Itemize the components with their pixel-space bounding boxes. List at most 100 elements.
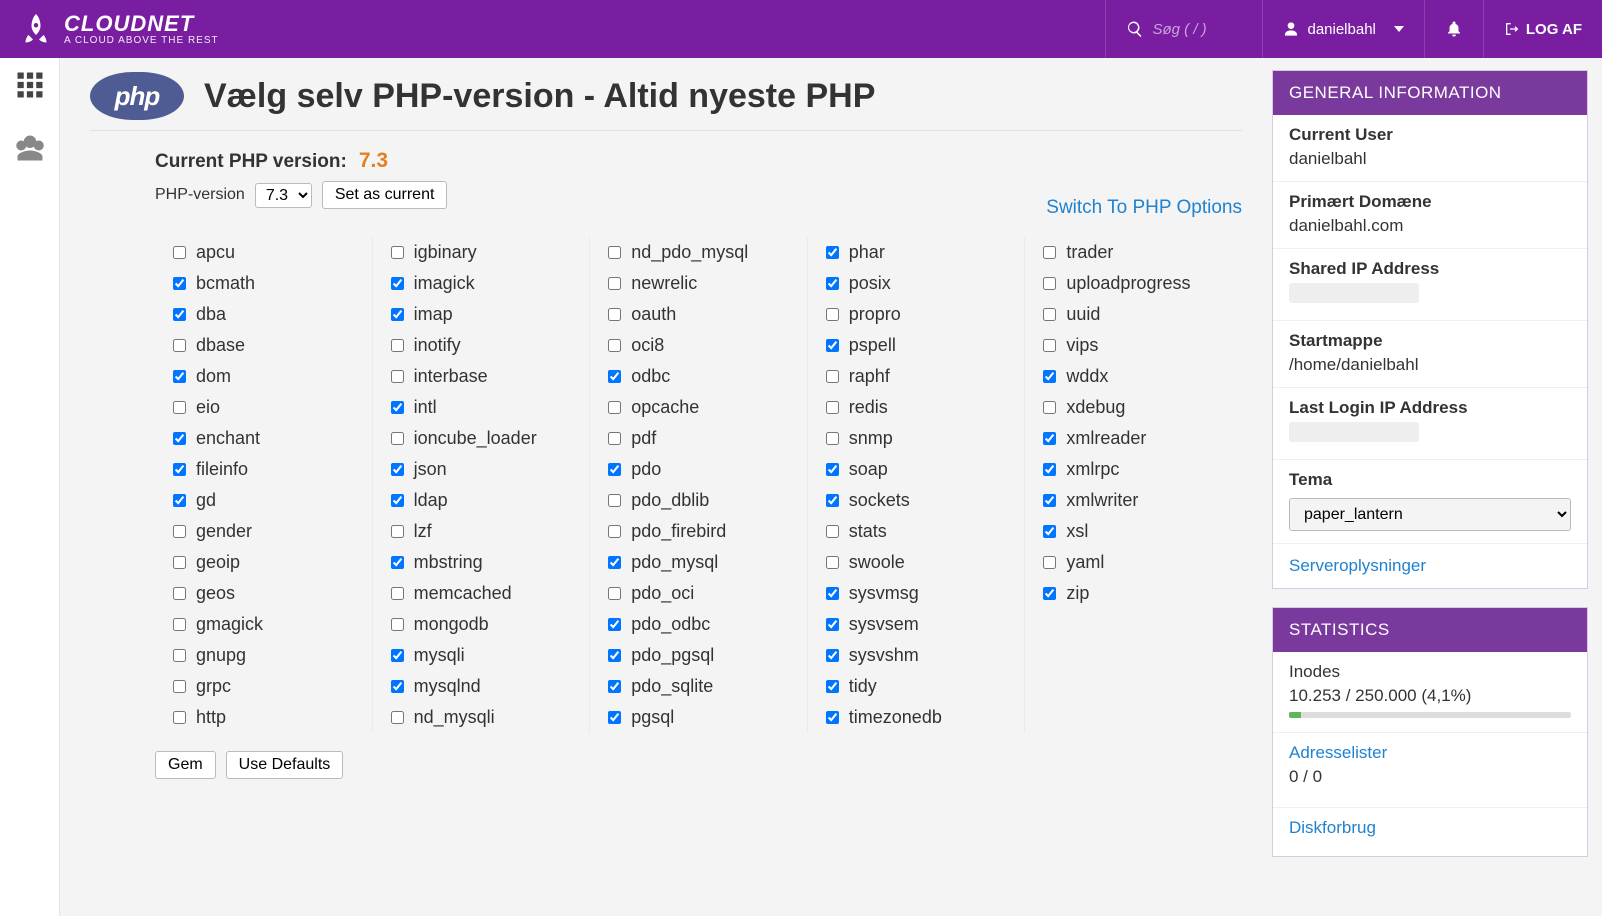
extension-checkbox[interactable] bbox=[608, 618, 621, 631]
extension-checkbox[interactable] bbox=[826, 525, 839, 538]
extension-checkbox[interactable] bbox=[391, 432, 404, 445]
extension-checkbox[interactable] bbox=[391, 618, 404, 631]
extension-checkbox[interactable] bbox=[608, 587, 621, 600]
extension-inotify[interactable]: inotify bbox=[391, 330, 572, 361]
extension-yaml[interactable]: yaml bbox=[1043, 547, 1224, 578]
extension-apcu[interactable]: apcu bbox=[173, 237, 354, 268]
extension-checkbox[interactable] bbox=[826, 587, 839, 600]
extension-tidy[interactable]: tidy bbox=[826, 671, 1007, 702]
extension-checkbox[interactable] bbox=[391, 525, 404, 538]
extension-enchant[interactable]: enchant bbox=[173, 423, 354, 454]
extension-sysvmsg[interactable]: sysvmsg bbox=[826, 578, 1007, 609]
extension-checkbox[interactable] bbox=[173, 246, 186, 259]
extension-checkbox[interactable] bbox=[391, 711, 404, 724]
extension-interbase[interactable]: interbase bbox=[391, 361, 572, 392]
extension-checkbox[interactable] bbox=[826, 556, 839, 569]
extension-checkbox[interactable] bbox=[608, 308, 621, 321]
extension-checkbox[interactable] bbox=[826, 494, 839, 507]
extension-checkbox[interactable] bbox=[391, 246, 404, 259]
extension-checkbox[interactable] bbox=[826, 432, 839, 445]
extension-pdo_dblib[interactable]: pdo_dblib bbox=[608, 485, 789, 516]
extension-gnupg[interactable]: gnupg bbox=[173, 640, 354, 671]
save-button[interactable]: Gem bbox=[155, 751, 216, 779]
extension-pgsql[interactable]: pgsql bbox=[608, 702, 789, 733]
extension-pdo_pgsql[interactable]: pdo_pgsql bbox=[608, 640, 789, 671]
extension-checkbox[interactable] bbox=[608, 246, 621, 259]
extension-wddx[interactable]: wddx bbox=[1043, 361, 1224, 392]
extension-gmagick[interactable]: gmagick bbox=[173, 609, 354, 640]
server-info-link[interactable]: Serveroplysninger bbox=[1289, 556, 1426, 575]
extension-gd[interactable]: gd bbox=[173, 485, 354, 516]
extension-checkbox[interactable] bbox=[608, 649, 621, 662]
extension-nd_pdo_mysql[interactable]: nd_pdo_mysql bbox=[608, 237, 789, 268]
extension-checkbox[interactable] bbox=[608, 711, 621, 724]
extension-checkbox[interactable] bbox=[1043, 277, 1056, 290]
extension-checkbox[interactable] bbox=[608, 680, 621, 693]
extension-checkbox[interactable] bbox=[173, 277, 186, 290]
extension-checkbox[interactable] bbox=[826, 401, 839, 414]
extension-checkbox[interactable] bbox=[391, 649, 404, 662]
nav-users[interactable] bbox=[15, 133, 45, 168]
extension-checkbox[interactable] bbox=[391, 277, 404, 290]
extension-pdo_firebird[interactable]: pdo_firebird bbox=[608, 516, 789, 547]
extension-pdo_oci[interactable]: pdo_oci bbox=[608, 578, 789, 609]
extension-fileinfo[interactable]: fileinfo bbox=[173, 454, 354, 485]
logout-button[interactable]: LOG AF bbox=[1483, 0, 1602, 58]
extension-checkbox[interactable] bbox=[173, 618, 186, 631]
extension-ioncube_loader[interactable]: ioncube_loader bbox=[391, 423, 572, 454]
extension-checkbox[interactable] bbox=[173, 711, 186, 724]
extension-checkbox[interactable] bbox=[826, 680, 839, 693]
extension-eio[interactable]: eio bbox=[173, 392, 354, 423]
extension-checkbox[interactable] bbox=[608, 556, 621, 569]
extension-checkbox[interactable] bbox=[1043, 401, 1056, 414]
extension-sysvshm[interactable]: sysvshm bbox=[826, 640, 1007, 671]
extension-checkbox[interactable] bbox=[826, 711, 839, 724]
extension-mongodb[interactable]: mongodb bbox=[391, 609, 572, 640]
extension-xmlrpc[interactable]: xmlrpc bbox=[1043, 454, 1224, 485]
extension-json[interactable]: json bbox=[391, 454, 572, 485]
extension-raphf[interactable]: raphf bbox=[826, 361, 1007, 392]
extension-vips[interactable]: vips bbox=[1043, 330, 1224, 361]
search-cell[interactable] bbox=[1105, 0, 1262, 58]
extension-checkbox[interactable] bbox=[391, 463, 404, 476]
extension-checkbox[interactable] bbox=[1043, 308, 1056, 321]
extension-gender[interactable]: gender bbox=[173, 516, 354, 547]
extension-imagick[interactable]: imagick bbox=[391, 268, 572, 299]
extension-checkbox[interactable] bbox=[391, 556, 404, 569]
extension-zip[interactable]: zip bbox=[1043, 578, 1224, 609]
theme-select[interactable]: paper_lantern bbox=[1289, 498, 1571, 531]
extension-lzf[interactable]: lzf bbox=[391, 516, 572, 547]
extension-pdo[interactable]: pdo bbox=[608, 454, 789, 485]
extension-checkbox[interactable] bbox=[173, 649, 186, 662]
extension-checkbox[interactable] bbox=[1043, 432, 1056, 445]
extension-checkbox[interactable] bbox=[826, 370, 839, 383]
extension-checkbox[interactable] bbox=[1043, 525, 1056, 538]
user-menu[interactable]: danielbahl bbox=[1262, 0, 1423, 58]
extension-redis[interactable]: redis bbox=[826, 392, 1007, 423]
extension-grpc[interactable]: grpc bbox=[173, 671, 354, 702]
extension-checkbox[interactable] bbox=[1043, 556, 1056, 569]
extension-checkbox[interactable] bbox=[608, 339, 621, 352]
extension-checkbox[interactable] bbox=[826, 339, 839, 352]
extension-checkbox[interactable] bbox=[1043, 246, 1056, 259]
extension-snmp[interactable]: snmp bbox=[826, 423, 1007, 454]
extension-mysqlnd[interactable]: mysqlnd bbox=[391, 671, 572, 702]
nav-apps[interactable] bbox=[15, 70, 45, 105]
search-input[interactable] bbox=[1152, 21, 1242, 38]
extension-checkbox[interactable] bbox=[608, 494, 621, 507]
extension-bcmath[interactable]: bcmath bbox=[173, 268, 354, 299]
extension-checkbox[interactable] bbox=[826, 618, 839, 631]
extension-checkbox[interactable] bbox=[173, 463, 186, 476]
extension-uploadprogress[interactable]: uploadprogress bbox=[1043, 268, 1224, 299]
extension-mysqli[interactable]: mysqli bbox=[391, 640, 572, 671]
extension-pdo_mysql[interactable]: pdo_mysql bbox=[608, 547, 789, 578]
extension-timezonedb[interactable]: timezonedb bbox=[826, 702, 1007, 733]
extension-oauth[interactable]: oauth bbox=[608, 299, 789, 330]
extension-checkbox[interactable] bbox=[1043, 463, 1056, 476]
extension-checkbox[interactable] bbox=[173, 401, 186, 414]
extension-checkbox[interactable] bbox=[173, 525, 186, 538]
extension-dbase[interactable]: dbase bbox=[173, 330, 354, 361]
extension-checkbox[interactable] bbox=[391, 370, 404, 383]
extension-dba[interactable]: dba bbox=[173, 299, 354, 330]
extension-pdo_sqlite[interactable]: pdo_sqlite bbox=[608, 671, 789, 702]
